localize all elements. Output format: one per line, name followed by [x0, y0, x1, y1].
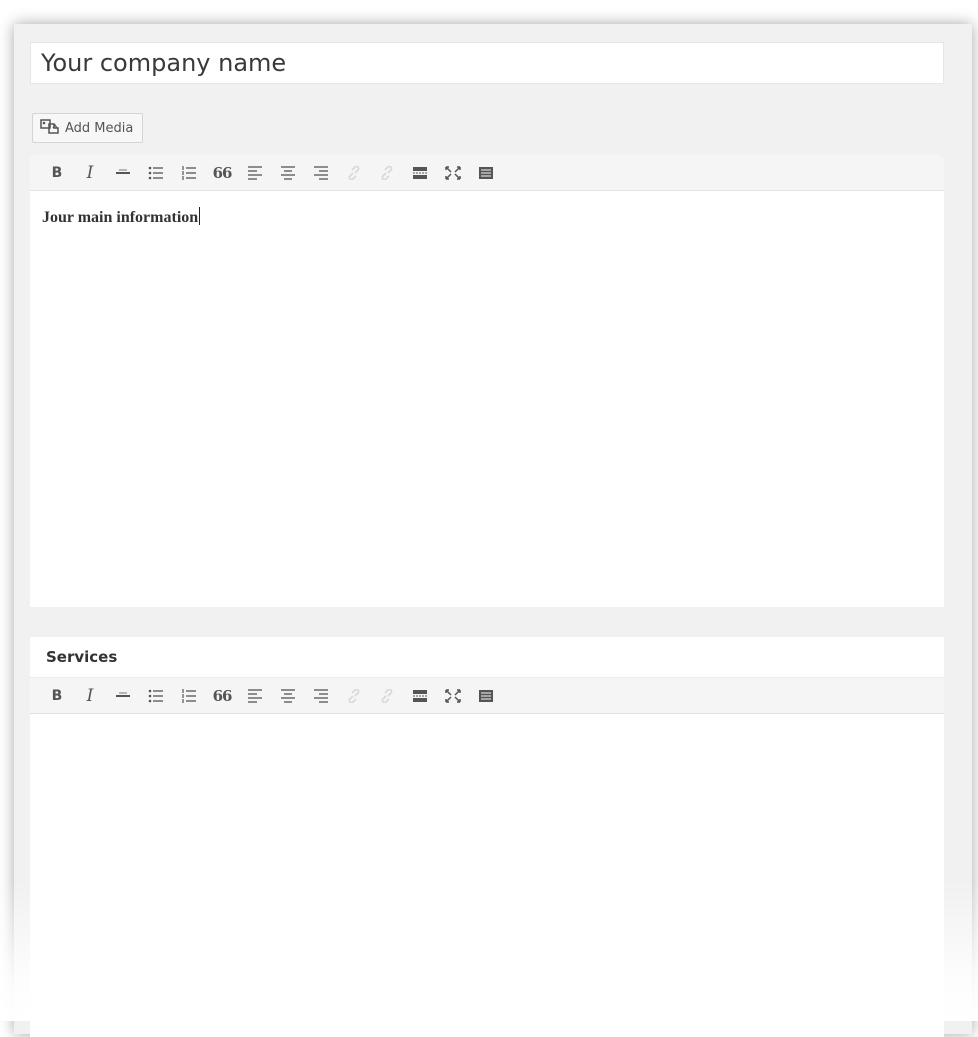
italic-icon: I: [86, 162, 94, 183]
numbered-list-button[interactable]: [176, 683, 202, 709]
italic-button[interactable]: I: [77, 160, 103, 186]
unlink-icon: [381, 165, 393, 180]
link-button[interactable]: [341, 683, 367, 709]
fullscreen-button[interactable]: [440, 160, 466, 186]
link-icon: [348, 165, 360, 180]
bold-button[interactable]: B: [44, 683, 70, 709]
strikethrough-icon: [116, 692, 130, 697]
align-right-icon: [314, 688, 328, 703]
fullscreen-icon: [445, 165, 461, 180]
toolbar-toggle-button[interactable]: [473, 160, 499, 186]
italic-icon: I: [86, 685, 94, 706]
text-caret: [199, 207, 201, 225]
read-more-button[interactable]: [407, 683, 433, 709]
toolbar-toggle-icon: [479, 689, 493, 702]
align-left-icon: [248, 165, 262, 180]
add-media-button[interactable]: Add Media: [32, 113, 144, 143]
bullet-list-icon: [148, 166, 163, 179]
bold-button[interactable]: B: [44, 160, 70, 186]
bold-icon: B: [51, 687, 63, 704]
toolbar-toggle-icon: [479, 166, 493, 179]
main-editor: B I 66 Jour main information: [30, 155, 944, 607]
blockquote-button[interactable]: 66: [209, 683, 235, 709]
bullet-list-button[interactable]: [143, 683, 169, 709]
unlink-button[interactable]: [374, 160, 400, 186]
strikethrough-icon: [116, 169, 130, 174]
blockquote-icon: 66: [212, 686, 233, 705]
align-right-button[interactable]: [308, 160, 334, 186]
blockquote-icon: 66: [212, 163, 233, 182]
align-center-icon: [281, 688, 295, 703]
add-media-label: Add Media: [65, 120, 134, 136]
align-left-button[interactable]: [242, 160, 268, 186]
bold-icon: B: [51, 164, 63, 181]
services-editor-content[interactable]: [30, 714, 944, 746]
main-editor-content[interactable]: Jour main information: [30, 191, 944, 243]
services-editor: Services B I 66: [30, 637, 944, 1037]
italic-button[interactable]: I: [77, 683, 103, 709]
toolbar-toggle-button[interactable]: [473, 683, 499, 709]
link-button[interactable]: [341, 160, 367, 186]
numbered-list-icon: [182, 165, 196, 180]
blockquote-button[interactable]: 66: [209, 160, 235, 186]
strikethrough-button[interactable]: [110, 683, 136, 709]
bullet-list-icon: [148, 689, 163, 702]
read-more-icon: [413, 166, 427, 179]
unlink-button[interactable]: [374, 683, 400, 709]
services-editor-toolbar: B I 66: [30, 678, 944, 714]
media-icon: [40, 118, 65, 138]
align-right-icon: [314, 165, 328, 180]
read-more-icon: [413, 689, 427, 702]
read-more-button[interactable]: [407, 160, 433, 186]
company-name-input[interactable]: [30, 42, 944, 84]
link-icon: [348, 688, 360, 703]
fullscreen-button[interactable]: [440, 683, 466, 709]
main-editor-toolbar: B I 66: [30, 155, 944, 191]
main-editor-text: Jour main information: [42, 209, 199, 226]
bullet-list-button[interactable]: [143, 160, 169, 186]
align-right-button[interactable]: [308, 683, 334, 709]
align-center-icon: [281, 165, 295, 180]
services-label: Services: [30, 637, 944, 678]
align-center-button[interactable]: [275, 160, 301, 186]
numbered-list-button[interactable]: [176, 160, 202, 186]
unlink-icon: [381, 688, 393, 703]
align-left-button[interactable]: [242, 683, 268, 709]
strikethrough-button[interactable]: [110, 160, 136, 186]
align-center-button[interactable]: [275, 683, 301, 709]
fullscreen-icon: [445, 688, 461, 703]
numbered-list-icon: [182, 688, 196, 703]
align-left-icon: [248, 688, 262, 703]
